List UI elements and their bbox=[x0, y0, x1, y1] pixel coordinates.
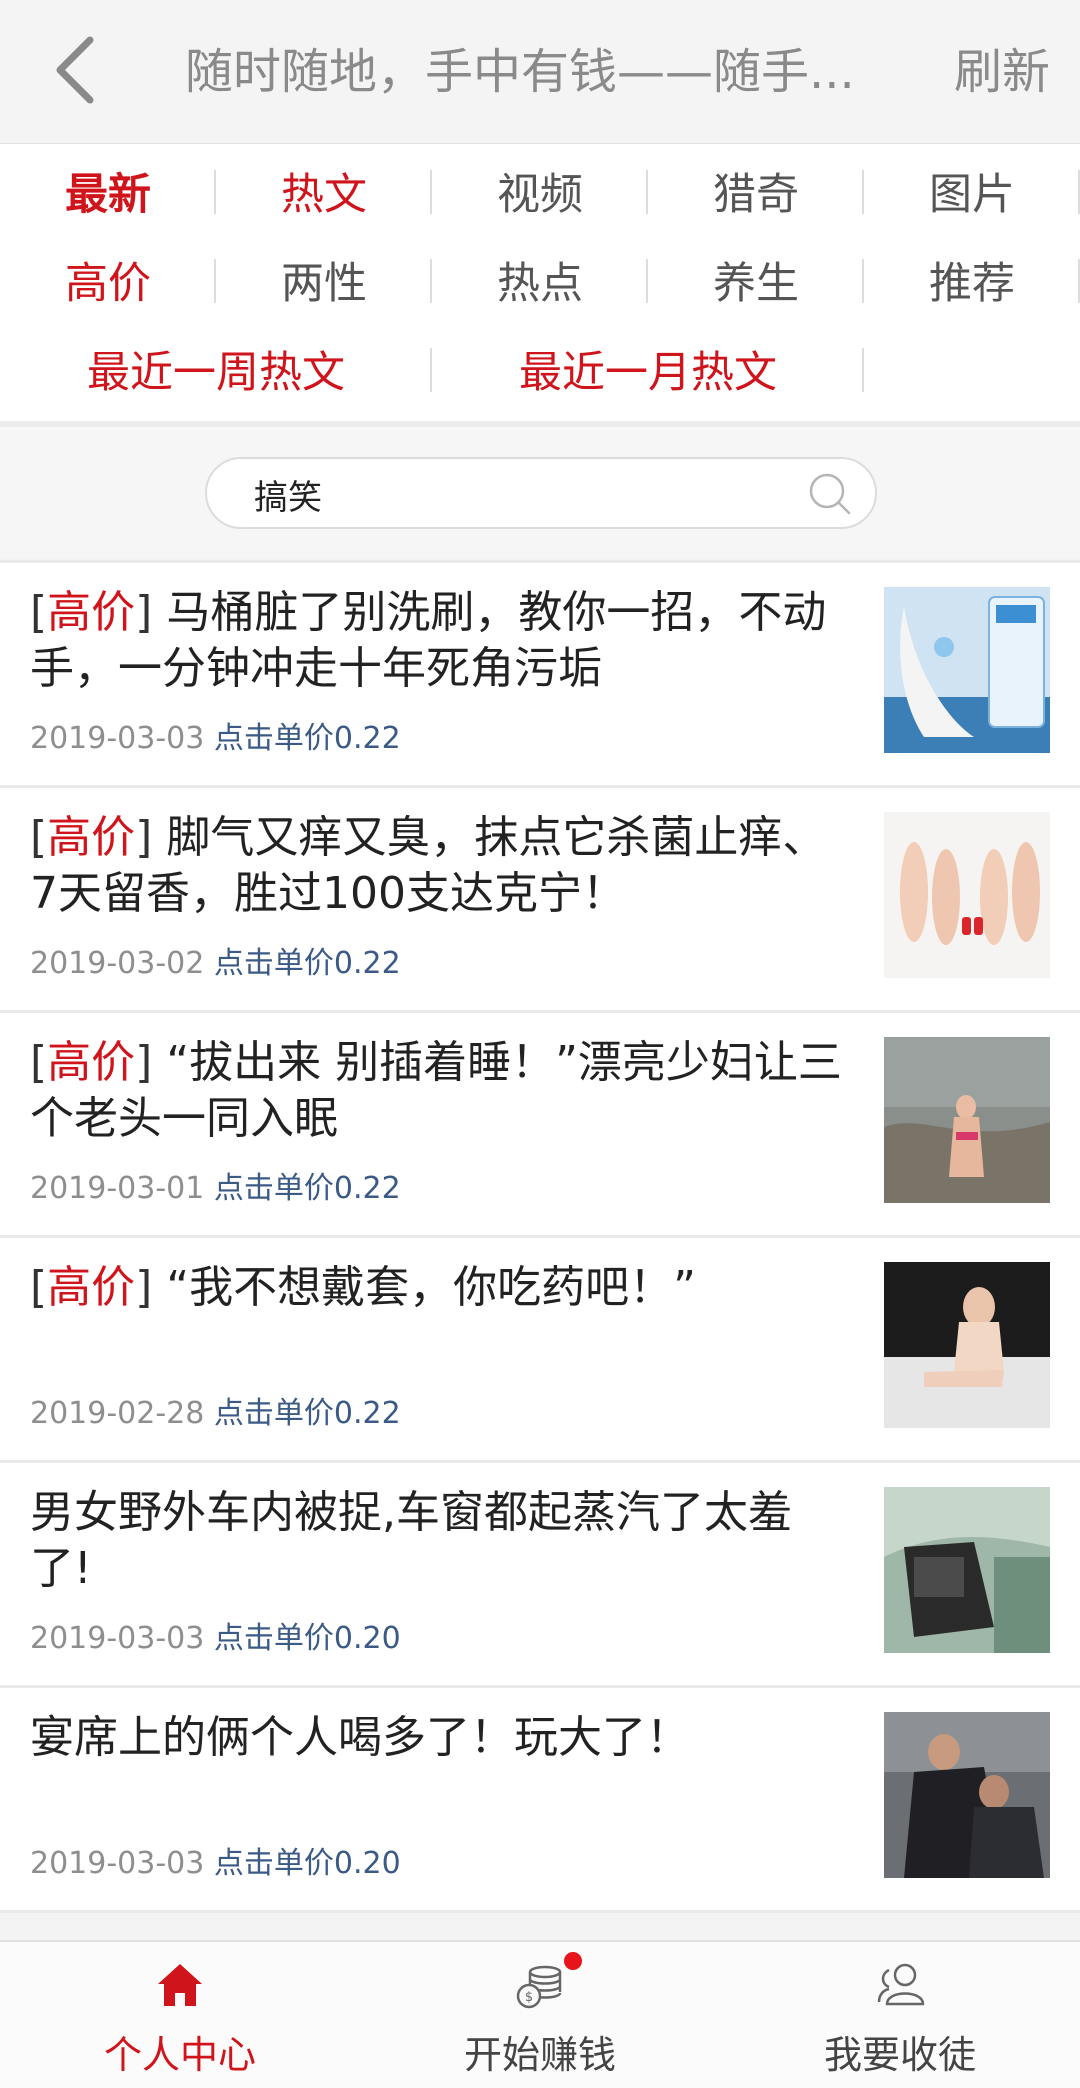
category-label: 视频 bbox=[497, 170, 583, 220]
category-week-hot[interactable]: 最近一周热文 bbox=[0, 330, 432, 408]
category-label: 推荐 bbox=[929, 259, 1015, 309]
category-label: 高价 bbox=[65, 259, 151, 309]
list-item[interactable]: [高价] “我不想戴套，你吃药吧！” 2019-02-28 点击单价0.22 bbox=[0, 1235, 1080, 1460]
bottom-tab-bar: 个人中心 $ 开始赚钱 我要收徒 bbox=[0, 1940, 1080, 2088]
top-bar: 随时随地，手中有钱——随手... 刷新 bbox=[0, 0, 1080, 144]
category-grid: 最新 热文 视频 猎奇 图片 高价 两性 热点 养生 推荐 最近一周热文 最近一… bbox=[0, 144, 1080, 421]
article-tag: 高价 bbox=[47, 587, 136, 638]
category-health[interactable]: 养生 bbox=[648, 241, 864, 319]
category-relationships[interactable]: 两性 bbox=[216, 241, 432, 319]
article-thumbnail[interactable] bbox=[884, 1487, 1050, 1653]
article-title[interactable]: [高价] “我不想戴套，你吃药吧！” bbox=[30, 1260, 845, 1316]
search-box[interactable] bbox=[205, 457, 877, 529]
tag-bracket: [ bbox=[30, 1037, 48, 1088]
tab-label: 个人中心 bbox=[103, 2033, 256, 2077]
category-pictures[interactable]: 图片 bbox=[864, 152, 1080, 230]
article-thumbnail[interactable] bbox=[884, 1037, 1050, 1203]
tag-bracket: [ bbox=[30, 1262, 48, 1313]
category-label: 最新 bbox=[65, 170, 151, 220]
category-hot-articles[interactable]: 热文 bbox=[216, 152, 432, 230]
category-label: 热文 bbox=[281, 170, 367, 220]
notification-dot bbox=[564, 1952, 582, 1970]
article-date: 2019-03-01 bbox=[30, 1171, 205, 1206]
article-date: 2019-02-28 bbox=[30, 1396, 205, 1431]
article-thumbnail[interactable] bbox=[884, 1262, 1050, 1428]
category-month-hot[interactable]: 最近一月热文 bbox=[432, 330, 864, 408]
tab-label: 开始赚钱 bbox=[463, 2033, 616, 2077]
article-date: 2019-03-03 bbox=[30, 1846, 205, 1881]
article-title[interactable]: [高价] “拔出来 别插着睡！”漂亮少妇让三个老头一同入眠 bbox=[30, 1035, 845, 1147]
home-icon bbox=[158, 1964, 202, 2006]
article-meta: 2019-03-02 点击单价0.22 bbox=[30, 944, 401, 984]
category-label: 热点 bbox=[497, 259, 583, 309]
article-title-text: 宴席上的俩个人喝多了！玩大了！ bbox=[30, 1712, 690, 1763]
article-price: 点击单价0.22 bbox=[213, 946, 401, 981]
search-area bbox=[0, 427, 1080, 558]
users-icon bbox=[877, 1963, 925, 2006]
article-meta: 2019-03-03 点击单价0.20 bbox=[30, 1844, 401, 1884]
refresh-button[interactable]: 刷新 bbox=[954, 40, 1050, 104]
svg-text:$: $ bbox=[525, 1990, 533, 2005]
article-meta: 2019-03-03 点击单价0.22 bbox=[30, 719, 401, 759]
article-thumbnail[interactable] bbox=[884, 1712, 1050, 1878]
search-input[interactable] bbox=[252, 459, 796, 529]
category-label: 养生 bbox=[713, 259, 799, 309]
category-label: 最近一周热文 bbox=[87, 348, 345, 398]
article-price: 点击单价0.22 bbox=[213, 1171, 401, 1206]
category-label: 最近一月热文 bbox=[519, 348, 777, 398]
list-item[interactable]: 男女野外车内被捉,车窗都起蒸汽了太羞了! 2019-03-03 点击单价0.20 bbox=[0, 1460, 1080, 1685]
tab-recruit-apprentice[interactable]: 我要收徒 bbox=[720, 1942, 1080, 2088]
article-date: 2019-03-03 bbox=[30, 1621, 205, 1656]
article-title[interactable]: [高价] 马桶脏了别洗刷，教你一招，不动手，一分钟冲走十年死角污垢 bbox=[30, 585, 845, 697]
coins-icon: $ bbox=[516, 1965, 562, 2009]
list-item[interactable]: [高价] “拔出来 别插着睡！”漂亮少妇让三个老头一同入眠 2019-03-01… bbox=[0, 1010, 1080, 1235]
tag-bracket: [ bbox=[30, 587, 48, 638]
article-price: 点击单价0.22 bbox=[213, 721, 401, 756]
article-date: 2019-03-03 bbox=[30, 721, 205, 756]
tab-start-earning[interactable]: $ 开始赚钱 bbox=[360, 1942, 720, 2088]
category-label: 图片 bbox=[929, 170, 1015, 220]
tab-label: 我要收徒 bbox=[823, 2033, 976, 2077]
category-curiosity[interactable]: 猎奇 bbox=[648, 152, 864, 230]
category-label: 两性 bbox=[281, 259, 367, 309]
tag-bracket: ] bbox=[135, 587, 153, 638]
category-latest[interactable]: 最新 bbox=[0, 152, 216, 230]
article-tag: 高价 bbox=[47, 1037, 136, 1088]
article-price: 点击单价0.20 bbox=[213, 1621, 401, 1656]
article-price: 点击单价0.22 bbox=[213, 1396, 401, 1431]
article-list: [高价] 马桶脏了别洗刷，教你一招，不动手，一分钟冲走十年死角污垢 2019-0… bbox=[0, 560, 1080, 1913]
list-item[interactable]: [高价] 脚气又痒又臭，抹点它杀菌止痒、7天留香，胜过100支达克宁！ 2019… bbox=[0, 785, 1080, 1010]
list-item[interactable]: 宴席上的俩个人喝多了！玩大了！ 2019-03-03 点击单价0.20 bbox=[0, 1685, 1080, 1913]
article-date: 2019-03-02 bbox=[30, 946, 205, 981]
article-title-text: “我不想戴套，你吃药吧！” bbox=[152, 1262, 696, 1313]
back-button[interactable] bbox=[40, 30, 110, 110]
article-thumbnail[interactable] bbox=[884, 812, 1050, 978]
tag-bracket: ] bbox=[135, 812, 153, 863]
article-title[interactable]: 宴席上的俩个人喝多了！玩大了！ bbox=[30, 1710, 845, 1766]
tag-bracket: ] bbox=[135, 1037, 153, 1088]
page-title: 随时随地，手中有钱——随手... bbox=[185, 44, 855, 100]
category-recommended[interactable]: 推荐 bbox=[864, 241, 1080, 319]
article-tag: 高价 bbox=[47, 1262, 136, 1313]
category-trending[interactable]: 热点 bbox=[432, 241, 648, 319]
article-meta: 2019-03-01 点击单价0.22 bbox=[30, 1169, 401, 1209]
tag-bracket: ] bbox=[135, 1262, 153, 1313]
article-title[interactable]: 男女野外车内被捉,车窗都起蒸汽了太羞了! bbox=[30, 1485, 845, 1597]
list-item[interactable]: [高价] 马桶脏了别洗刷，教你一招，不动手，一分钟冲走十年死角污垢 2019-0… bbox=[0, 560, 1080, 785]
article-title-text: 男女野外车内被捉,车窗都起蒸汽了太羞了! bbox=[30, 1487, 792, 1594]
search-icon[interactable] bbox=[805, 469, 855, 519]
article-price: 点击单价0.20 bbox=[213, 1846, 401, 1881]
article-tag: 高价 bbox=[47, 812, 136, 863]
article-title[interactable]: [高价] 脚气又痒又臭，抹点它杀菌止痒、7天留香，胜过100支达克宁！ bbox=[30, 810, 845, 922]
article-title-text: “拔出来 别插着睡！”漂亮少妇让三个老头一同入眠 bbox=[30, 1037, 842, 1144]
category-video[interactable]: 视频 bbox=[432, 152, 648, 230]
category-label: 猎奇 bbox=[713, 170, 799, 220]
article-thumbnail[interactable] bbox=[884, 587, 1050, 753]
chevron-left-icon bbox=[56, 36, 94, 104]
tab-personal-center[interactable]: 个人中心 bbox=[0, 1942, 360, 2088]
category-high-price[interactable]: 高价 bbox=[0, 241, 216, 319]
article-meta: 2019-02-28 点击单价0.22 bbox=[30, 1394, 401, 1434]
article-meta: 2019-03-03 点击单价0.20 bbox=[30, 1619, 401, 1659]
tag-bracket: [ bbox=[30, 812, 48, 863]
